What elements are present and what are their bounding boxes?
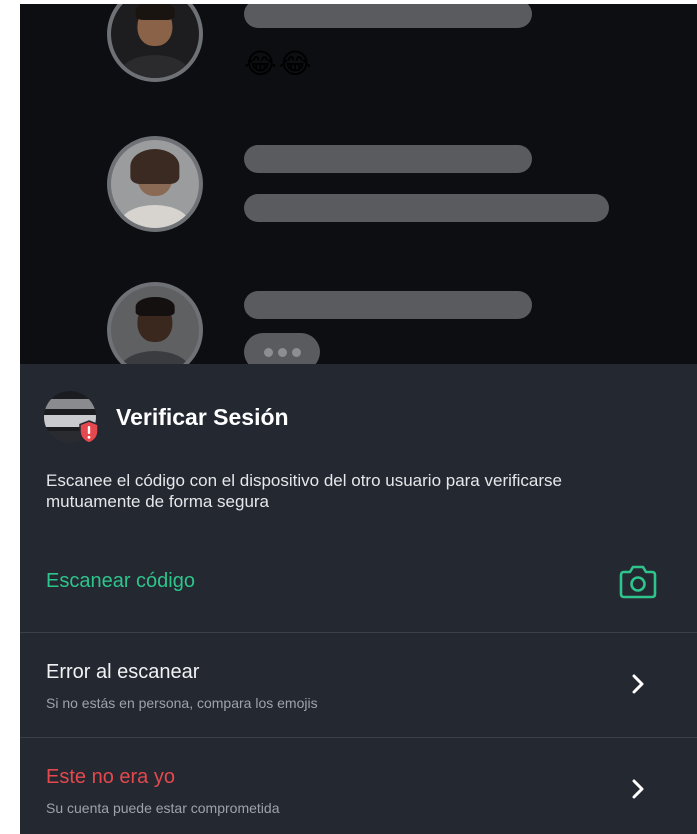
app-screen: 😂😂 Verificar Sesión Escanee el código co… — [20, 4, 697, 834]
message-placeholder — [244, 4, 532, 28]
message-placeholder — [244, 145, 532, 173]
camera-icon[interactable] — [618, 564, 658, 600]
option-scan-error[interactable]: Error al escanear Si no estás en persona… — [20, 633, 697, 733]
option-not-me[interactable]: Este no era yo Su cuenta puede estar com… — [20, 738, 697, 834]
shield-alert-icon — [79, 420, 99, 444]
option-title: Error al escanear — [46, 661, 200, 683]
message-placeholder — [244, 291, 532, 319]
scan-code-label: Escanear código — [46, 570, 195, 592]
scan-code-row[interactable]: Escanear código — [20, 550, 697, 616]
avatar — [107, 4, 203, 82]
sheet-description: Escanee el código con el dispositivo del… — [46, 471, 562, 511]
avatar — [107, 136, 203, 232]
option-title-danger: Este no era yo — [46, 766, 175, 788]
verify-session-sheet: Verificar Sesión Escanee el código con e… — [20, 364, 697, 834]
option-subtitle: Si no estás en persona, compara los emoj… — [46, 695, 318, 711]
emoji-message: 😂😂 — [244, 48, 314, 79]
chevron-right-icon — [632, 674, 644, 694]
sheet-title: Verificar Sesión — [116, 403, 289, 430]
message-placeholder — [244, 194, 609, 222]
option-subtitle: Su cuenta puede estar comprometida — [46, 800, 280, 816]
chevron-right-icon — [632, 779, 644, 799]
